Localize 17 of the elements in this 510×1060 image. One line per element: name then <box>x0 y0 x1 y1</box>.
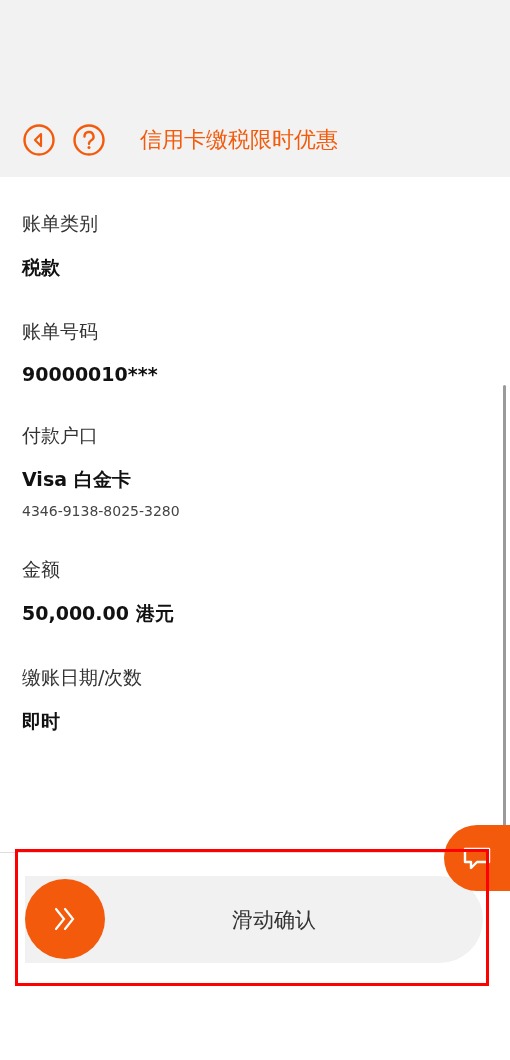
field-label: 金额 <box>22 557 61 582</box>
back-icon <box>22 123 56 157</box>
help-button[interactable] <box>72 123 106 157</box>
help-icon <box>72 123 106 157</box>
field-value: 即时 <box>22 709 61 734</box>
field-value: 税款 <box>22 255 61 280</box>
card-number: 4346-9138-8025-3280 <box>22 503 181 519</box>
page-title: 信用卡缴税限时优惠 <box>140 126 338 154</box>
field-label: 账单类别 <box>22 211 99 236</box>
field-label: 账单号码 <box>22 319 99 344</box>
field-label: 缴账日期/次数 <box>22 665 144 690</box>
field-value: Visa 白金卡 <box>22 467 132 492</box>
field-value: 90000010*** <box>22 363 159 385</box>
field-label: 付款户口 <box>22 423 99 448</box>
back-button[interactable] <box>22 123 56 157</box>
slider-label: 滑动确认 <box>232 906 316 934</box>
field-value: 50,000.00 港元 <box>22 601 175 626</box>
